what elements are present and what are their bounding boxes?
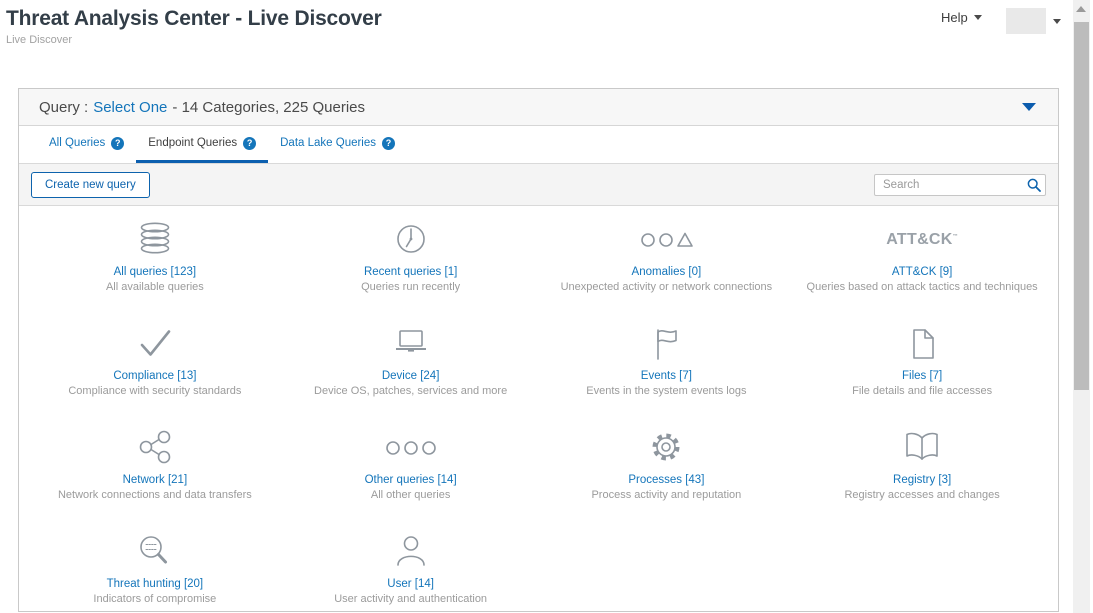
- category-card-events[interactable]: Events [7] Events in the system events l…: [539, 318, 795, 422]
- clock-icon: [389, 220, 433, 260]
- search-input[interactable]: [874, 174, 1046, 196]
- category-description: Registry accesses and changes: [794, 489, 1050, 501]
- category-label: Recent queries [1]: [283, 266, 539, 278]
- search-icon[interactable]: [1027, 178, 1041, 192]
- category-card-recent-queries[interactable]: Recent queries [1] Queries run recently: [283, 214, 539, 318]
- category-card-network[interactable]: Network [21] Network connections and dat…: [27, 422, 283, 526]
- query-selection-panel: Query : Select One - 14 Categories, 225 …: [18, 88, 1059, 612]
- category-card-files[interactable]: Files [7] File details and file accesses: [794, 318, 1050, 422]
- category-card-other-queries[interactable]: Other queries [14] All other queries: [283, 422, 539, 526]
- category-description: All other queries: [283, 489, 539, 501]
- category-label: ATT&CK [9]: [794, 266, 1050, 278]
- category-label: Other queries [14]: [283, 474, 539, 486]
- magnifier-code-icon: [133, 532, 177, 572]
- checkmark-icon: [133, 324, 177, 364]
- scroll-up-icon[interactable]: [1076, 6, 1086, 12]
- account-name-box: [1006, 8, 1046, 34]
- category-card-threat-hunting[interactable]: Threat hunting [20] Indicators of compro…: [27, 526, 283, 613]
- category-grid: All queries [123] All available queries …: [19, 206, 1058, 613]
- category-card-anomalies[interactable]: Anomalies [0] Unexpected activity or net…: [539, 214, 795, 318]
- flag-icon: [644, 324, 688, 364]
- category-label: User [14]: [283, 578, 539, 590]
- account-menu[interactable]: [1006, 8, 1061, 34]
- open-book-icon: [900, 428, 944, 468]
- help-menu[interactable]: Help: [941, 10, 982, 25]
- category-label: Device [24]: [283, 370, 539, 382]
- help-label: Help: [941, 10, 968, 25]
- help-icon[interactable]: [382, 137, 395, 150]
- category-description: Queries run recently: [283, 281, 539, 293]
- user-icon: [389, 532, 433, 572]
- category-description: Unexpected activity or network connectio…: [539, 281, 795, 293]
- scrollbar-thumb[interactable]: [1074, 22, 1089, 390]
- create-new-query-button[interactable]: Create new query: [31, 172, 150, 198]
- query-summary: - 14 Categories, 225 Queries: [172, 99, 365, 116]
- category-description: Queries based on attack tactics and tech…: [794, 281, 1050, 293]
- threat-analysis-center-page: Threat Analysis Center - Live Discover L…: [0, 0, 1093, 613]
- page-header: Threat Analysis Center - Live Discover L…: [6, 7, 382, 46]
- page-title: Threat Analysis Center - Live Discover: [6, 7, 382, 31]
- category-description: User activity and authentication: [283, 593, 539, 605]
- collapse-panel-icon[interactable]: [1022, 103, 1036, 111]
- network-share-icon: [133, 428, 177, 468]
- category-label: Network [21]: [27, 474, 283, 486]
- category-card-compliance[interactable]: Compliance [13] Compliance with security…: [27, 318, 283, 422]
- category-description: All available queries: [27, 281, 283, 293]
- search-box: [874, 174, 1046, 196]
- breadcrumb: Live Discover: [6, 34, 382, 46]
- tab-data-lake-queries[interactable]: Data Lake Queries: [268, 126, 407, 163]
- category-label: All queries [123]: [27, 266, 283, 278]
- category-card-user[interactable]: User [14] User activity and authenticati…: [283, 526, 539, 613]
- category-card-device[interactable]: Device [24] Device OS, patches, services…: [283, 318, 539, 422]
- file-icon: [900, 324, 944, 364]
- attack-logo: ATT&CK™: [886, 231, 958, 249]
- category-description: Device OS, patches, services and more: [283, 385, 539, 397]
- tab-endpoint-queries[interactable]: Endpoint Queries: [136, 126, 268, 163]
- category-card-registry[interactable]: Registry [3] Registry accesses and chang…: [794, 422, 1050, 526]
- category-label: Anomalies [0]: [539, 266, 795, 278]
- query-tabs: All Queries Endpoint Queries Data Lake Q…: [19, 126, 1058, 163]
- category-description: File details and file accesses: [794, 385, 1050, 397]
- category-label: Compliance [13]: [27, 370, 283, 382]
- query-bar[interactable]: Query : Select One - 14 Categories, 225 …: [19, 89, 1058, 126]
- category-card-processes[interactable]: Processes [43] Process activity and repu…: [539, 422, 795, 526]
- category-description: Events in the system events logs: [539, 385, 795, 397]
- category-description: Indicators of compromise: [27, 593, 283, 605]
- chevron-down-icon: [974, 15, 982, 20]
- three-circles-icon: [379, 428, 443, 468]
- help-icon[interactable]: [243, 137, 256, 150]
- query-prefix: Query :: [39, 99, 88, 116]
- chevron-down-icon: [1053, 19, 1061, 24]
- gear-icon: [644, 428, 688, 468]
- category-description: Network connections and data transfers: [27, 489, 283, 501]
- query-toolbar: Create new query: [19, 163, 1058, 206]
- category-card-all-queries[interactable]: All queries [123] All available queries: [27, 214, 283, 318]
- database-icon: [133, 220, 177, 260]
- category-description: Process activity and reputation: [539, 489, 795, 501]
- anomalies-shapes-icon: [634, 220, 698, 260]
- vertical-scrollbar[interactable]: [1073, 0, 1090, 613]
- category-label: Files [7]: [794, 370, 1050, 382]
- select-one-link[interactable]: Select One: [93, 99, 167, 116]
- category-label: Registry [3]: [794, 474, 1050, 486]
- help-icon[interactable]: [111, 137, 124, 150]
- category-label: Threat hunting [20]: [27, 578, 283, 590]
- category-label: Processes [43]: [539, 474, 795, 486]
- category-label: Events [7]: [539, 370, 795, 382]
- tab-all-queries[interactable]: All Queries: [37, 126, 136, 163]
- category-description: Compliance with security standards: [27, 385, 283, 397]
- category-card-attack[interactable]: ATT&CK™ ATT&CK [9] Queries based on atta…: [794, 214, 1050, 318]
- laptop-icon: [389, 324, 433, 364]
